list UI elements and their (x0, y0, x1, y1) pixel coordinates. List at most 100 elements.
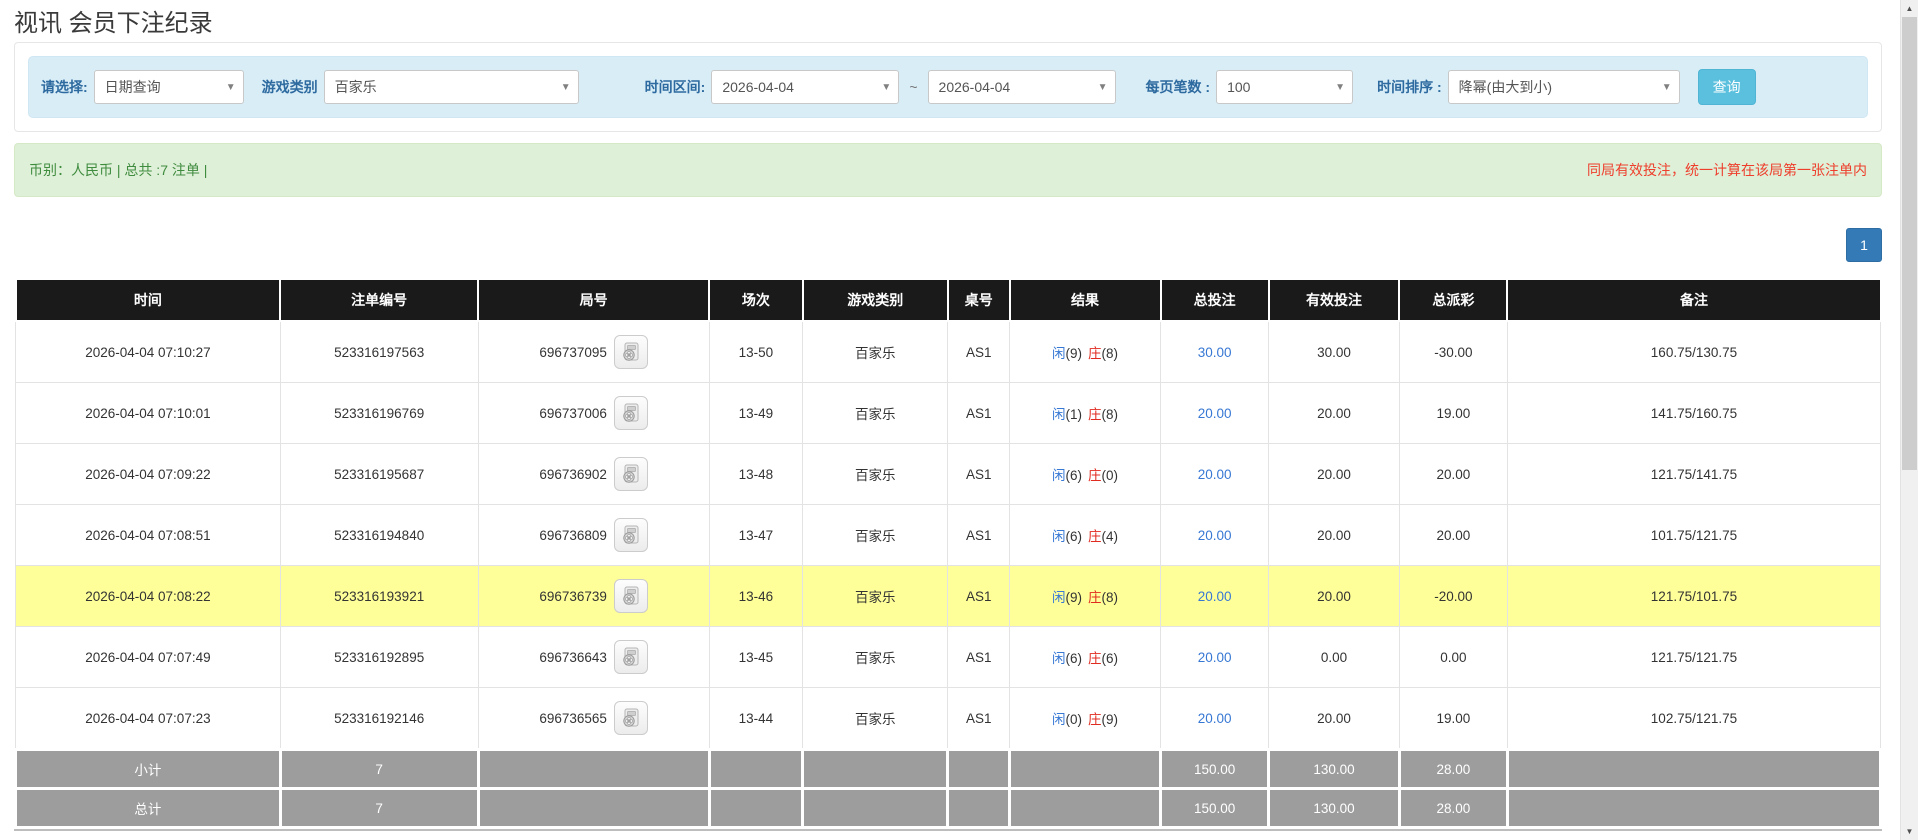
table-header: 时间注单编号局号场次游戏类别桌号结果总投注有效投注总派彩备注 (16, 279, 1881, 321)
cell-time: 2026-04-04 07:10:27 (16, 321, 281, 383)
table-row: 2026-04-04 07:08:51523316194840696736809… (16, 505, 1881, 566)
subtotal-empty-cell (1507, 750, 1880, 789)
round-number-value: 696736739 (539, 589, 607, 604)
cell-bet-number: 523316194840 (280, 505, 478, 566)
cell-bet-number: 523316193921 (280, 566, 478, 627)
result-player-score: (6) (1066, 468, 1083, 483)
cell-valid-bet: 20.00 (1269, 444, 1400, 505)
total-bet-link[interactable]: 30.00 (1198, 345, 1232, 360)
result-player-score: (0) (1066, 712, 1083, 727)
page-1-button[interactable]: 1 (1846, 228, 1882, 262)
scrollbar-thumb[interactable] (1902, 17, 1917, 470)
date-to-value: 2026-04-04 (929, 79, 1091, 95)
round-number-value: 696736565 (539, 711, 607, 726)
round-number-wrap: 696736809 (539, 518, 648, 552)
chevron-down-icon[interactable]: ▼ (1328, 82, 1352, 93)
table-row: 2026-04-04 07:10:01523316196769696737006… (16, 383, 1881, 444)
total-bet-link[interactable]: 20.00 (1198, 711, 1232, 726)
cell-round-number: 696736809 (478, 505, 709, 566)
video-replay-button[interactable] (614, 640, 648, 674)
down-arrow-icon[interactable]: ▼ (1901, 823, 1918, 840)
column-header: 注单编号 (280, 279, 478, 321)
round-number-wrap: 696736739 (539, 579, 648, 613)
game-type-select[interactable]: 百家乐 ▼ (324, 70, 579, 104)
cell-result: 闲(9)庄(8) (1010, 321, 1161, 383)
total-empty-cell (1507, 789, 1880, 828)
date-range-label: 时间区间: (645, 77, 706, 97)
date-to-select[interactable]: 2026-04-04 ▼ (928, 70, 1116, 104)
result-player-score: (9) (1066, 346, 1083, 361)
video-replay-button[interactable] (614, 457, 648, 491)
subtotal-empty-cell (1010, 750, 1161, 789)
cell-time: 2026-04-04 07:07:23 (16, 688, 281, 750)
result-banker-score: (9) (1102, 712, 1119, 727)
cell-session: 13-45 (709, 627, 802, 688)
sort-order-label: 时间排序 : (1377, 77, 1442, 97)
cell-valid-bet: 30.00 (1269, 321, 1400, 383)
video-replay-button[interactable] (614, 701, 648, 735)
cell-game-type: 百家乐 (803, 566, 948, 627)
result-banker: 庄 (1088, 590, 1102, 605)
subtotal-valid-bet: 130.00 (1269, 750, 1400, 789)
cell-payout: 19.00 (1399, 688, 1507, 750)
filter-panel: 请选择: 日期查询 ▼ 游戏类别 百家乐 ▼ 时间区间: 2026-04-04 … (14, 42, 1882, 132)
cell-note: 121.75/101.75 (1507, 566, 1880, 627)
cell-result: 闲(6)庄(4) (1010, 505, 1161, 566)
date-from-select[interactable]: 2026-04-04 ▼ (711, 70, 899, 104)
cell-result: 闲(6)庄(0) (1010, 444, 1161, 505)
result-banker: 庄 (1088, 468, 1102, 483)
chevron-down-icon[interactable]: ▼ (219, 82, 243, 93)
search-button[interactable]: 查询 (1698, 69, 1756, 105)
page-size-select[interactable]: 100 ▼ (1216, 70, 1353, 104)
cell-result: 闲(0)庄(9) (1010, 688, 1161, 750)
cell-note: 102.75/121.75 (1507, 688, 1880, 750)
total-bet-link[interactable]: 20.00 (1198, 528, 1232, 543)
cell-payout: 20.00 (1399, 505, 1507, 566)
video-replay-button[interactable] (614, 518, 648, 552)
video-replay-button[interactable] (614, 396, 648, 430)
column-header: 时间 (16, 279, 281, 321)
records-table: 时间注单编号局号场次游戏类别桌号结果总投注有效投注总派彩备注 2026-04-0… (14, 278, 1882, 829)
cell-valid-bet: 20.00 (1269, 383, 1400, 444)
result-player: 闲 (1052, 346, 1066, 361)
chevron-down-icon[interactable]: ▼ (554, 82, 578, 93)
total-empty-cell (1010, 789, 1161, 828)
query-type-select[interactable]: 日期查询 ▼ (94, 70, 244, 104)
video-replay-button[interactable] (614, 335, 648, 369)
cell-round-number: 696737006 (478, 383, 709, 444)
total-bet-link[interactable]: 20.00 (1198, 467, 1232, 482)
column-header: 桌号 (948, 279, 1010, 321)
total-bet-link[interactable]: 20.00 (1198, 650, 1232, 665)
sort-order-select[interactable]: 降幂(由大到小) ▼ (1448, 70, 1680, 104)
subtotal-count: 7 (280, 750, 478, 789)
chevron-down-icon[interactable]: ▼ (1655, 82, 1679, 93)
total-valid-bet: 130.00 (1269, 789, 1400, 828)
chevron-down-icon[interactable]: ▼ (874, 82, 898, 93)
cell-total-bet: 20.00 (1161, 627, 1269, 688)
cell-table-number: AS1 (948, 444, 1010, 505)
result-player-score: (6) (1066, 529, 1083, 544)
chevron-down-icon[interactable]: ▼ (1091, 82, 1115, 93)
cell-payout: -30.00 (1399, 321, 1507, 383)
total-bet-link[interactable]: 20.00 (1198, 589, 1232, 604)
result-banker: 庄 (1088, 712, 1102, 727)
video-replay-button[interactable] (614, 579, 648, 613)
result-banker-score: (8) (1102, 407, 1119, 422)
vertical-scrollbar[interactable]: ▲ ▼ (1900, 0, 1918, 840)
total-bet-link[interactable]: 20.00 (1198, 406, 1232, 421)
result-player: 闲 (1052, 590, 1066, 605)
date-separator: ~ (909, 79, 917, 95)
cell-note: 101.75/121.75 (1507, 505, 1880, 566)
cell-session: 13-48 (709, 444, 802, 505)
total-row: 总计7150.00130.0028.00 (16, 789, 1881, 828)
result-banker-score: (6) (1102, 651, 1119, 666)
cell-table-number: AS1 (948, 688, 1010, 750)
betting-records-page: 视讯 会员下注纪录 请选择: 日期查询 ▼ 游戏类别 百家乐 ▼ 时间区间: 2… (14, 0, 1882, 831)
up-arrow-icon[interactable]: ▲ (1901, 0, 1918, 17)
cell-round-number: 696736739 (478, 566, 709, 627)
table-row: 2026-04-04 07:07:49523316192895696736643… (16, 627, 1881, 688)
cell-table-number: AS1 (948, 566, 1010, 627)
result-banker: 庄 (1088, 529, 1102, 544)
table-row: 2026-04-04 07:07:23523316192146696736565… (16, 688, 1881, 750)
cell-round-number: 696736565 (478, 688, 709, 750)
